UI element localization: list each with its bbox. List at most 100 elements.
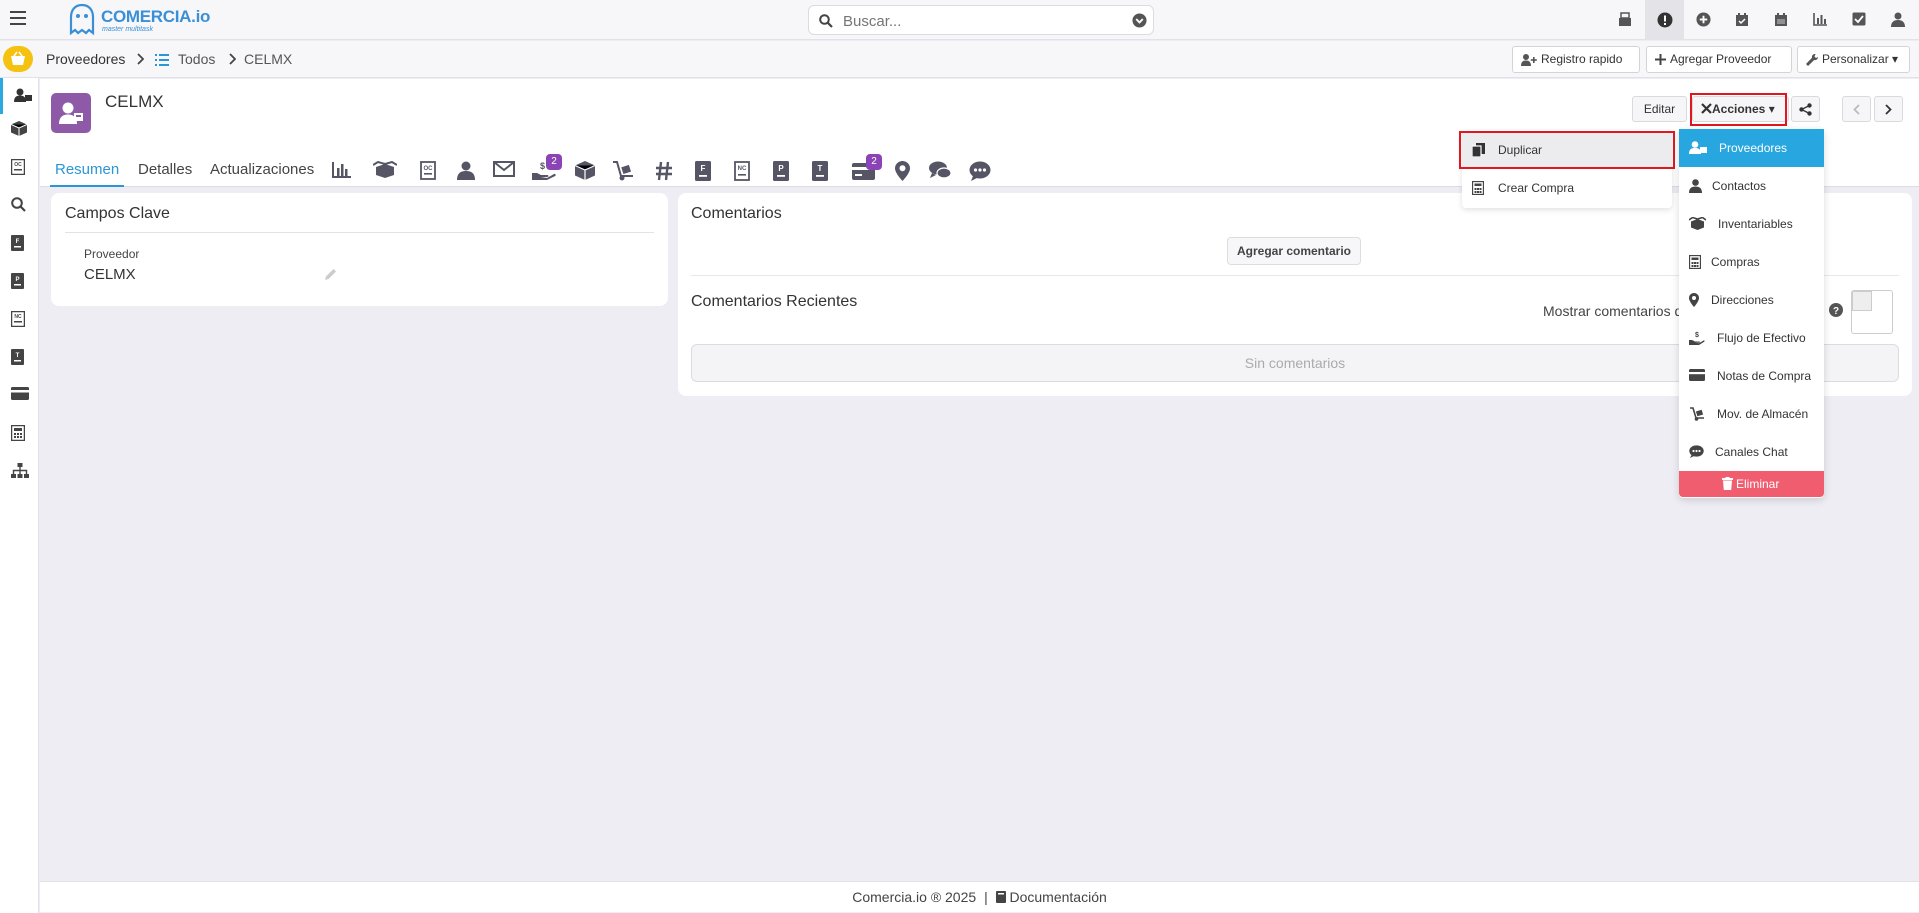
map-pin-icon: [1689, 293, 1699, 307]
help-icon[interactable]: ?: [1829, 303, 1843, 317]
dolly-icon: [1690, 407, 1704, 421]
chat-bubbles-icon[interactable]: [929, 161, 951, 180]
chat-dots-icon: [1689, 445, 1704, 458]
chevron-left-icon: [1853, 104, 1860, 115]
p-doc-icon[interactable]: P: [773, 161, 789, 181]
delete-menu-item[interactable]: Eliminar: [1679, 471, 1824, 497]
tab-cashflow[interactable]: $ 2: [532, 154, 562, 181]
breadcrumb-list[interactable]: Todos: [178, 51, 215, 67]
sitemap-icon: [11, 463, 29, 478]
tab-purchase-notes[interactable]: 2: [852, 154, 882, 181]
sidebar-item-t-docs[interactable]: T: [0, 339, 39, 375]
sidebar-item-org-chart[interactable]: [0, 453, 39, 489]
open-box-icon[interactable]: [373, 161, 397, 178]
menu-item-label: Flujo de Efectivo: [1717, 331, 1806, 345]
sidebar-item-p-docs[interactable]: P: [0, 263, 39, 299]
avatar: [51, 93, 91, 133]
create-purchase-menu-item[interactable]: Crear Compra: [1462, 171, 1672, 205]
edit-button[interactable]: Editar: [1632, 96, 1687, 122]
tab-summary[interactable]: Resumen: [50, 153, 125, 187]
chevron-right-icon: [229, 53, 236, 65]
envelope-icon[interactable]: [493, 161, 515, 177]
box-icon: [11, 121, 27, 136]
menu-item-label: Direcciones: [1711, 293, 1774, 307]
customize-button[interactable]: Personalizar ▾: [1797, 46, 1910, 73]
menu-item-purchase-notes[interactable]: Notas de Compra: [1679, 357, 1824, 395]
add-circle-icon[interactable]: [1684, 0, 1723, 40]
menu-item-cashflow[interactable]: $ Flujo de Efectivo: [1679, 319, 1824, 357]
svg-text:OC: OC: [424, 166, 434, 172]
tab-updates[interactable]: Actualizaciones: [205, 153, 319, 187]
box-icon[interactable]: [575, 161, 595, 180]
show-comments-toggle[interactable]: [1851, 290, 1893, 334]
quick-register-button[interactable]: Registro rapido: [1512, 46, 1640, 73]
menu-item-addresses[interactable]: Direcciones: [1679, 281, 1824, 319]
next-button[interactable]: [1874, 96, 1903, 122]
svg-text:T: T: [818, 164, 823, 173]
sidebar-item-payments[interactable]: [0, 377, 39, 413]
documentation-link[interactable]: Documentación: [1009, 889, 1106, 905]
breadcrumb-section[interactable]: Proveedores: [46, 51, 125, 67]
brand-logo[interactable]: COMERCIA.io master multitask: [68, 3, 218, 37]
field-value: CELMX: [84, 266, 136, 283]
duplicate-highlight: [1459, 131, 1675, 169]
divider: [65, 232, 654, 233]
add-supplier-button[interactable]: Agregar Proveedor: [1646, 46, 1792, 73]
menu-item-chat-channels[interactable]: Canales Chat: [1679, 433, 1824, 471]
contact-icon[interactable]: [457, 161, 475, 180]
add-comment-button[interactable]: Agregar comentario: [1227, 237, 1361, 265]
breadcrumb-current: CELMX: [244, 51, 293, 67]
menu-item-label: Compras: [1711, 255, 1760, 269]
menu-item-purchases[interactable]: Compras: [1679, 243, 1824, 281]
sidebar-item-purchase-orders[interactable]: OC: [0, 149, 39, 185]
oc-icon: OC: [11, 159, 25, 175]
home-button[interactable]: [3, 46, 33, 72]
menu-item-label: Contactos: [1712, 179, 1767, 193]
map-pin-icon[interactable]: [895, 161, 910, 181]
checkbox-icon[interactable]: [1840, 0, 1879, 40]
add-supplier-label: Agregar Proveedor: [1670, 52, 1772, 66]
alert-icon[interactable]: [1645, 0, 1684, 40]
tab-details[interactable]: Detalles: [133, 153, 197, 187]
user-icon[interactable]: [1879, 0, 1918, 40]
footer: Comercia.io ® 2025 | Documentación: [40, 881, 1919, 912]
basket-icon: [11, 51, 25, 65]
share-button[interactable]: [1791, 96, 1820, 122]
search-input[interactable]: [843, 11, 1113, 31]
sidebar-item-calculator[interactable]: [0, 415, 39, 451]
search-icon: [11, 197, 26, 212]
f-doc-icon[interactable]: F: [695, 161, 711, 181]
sidebar-item-suppliers[interactable]: [0, 78, 39, 114]
dolly-icon[interactable]: [612, 161, 634, 181]
calendar-icon[interactable]: [1762, 0, 1801, 40]
chart-icon[interactable]: [1801, 0, 1840, 40]
supplier-icon: [1689, 141, 1707, 154]
calendar-check-icon[interactable]: [1723, 0, 1762, 40]
menu-item-suppliers[interactable]: Proveedores: [1679, 129, 1824, 167]
previous-button[interactable]: [1842, 96, 1871, 122]
card-icon: [1689, 369, 1705, 381]
menu-item-warehouse[interactable]: Mov. de Almacén: [1679, 395, 1824, 433]
sidebar-item-inventory[interactable]: [0, 111, 39, 147]
comments-title: Comentarios: [691, 205, 782, 222]
menu-item-inventory[interactable]: Inventariables: [1679, 205, 1824, 243]
menu-item-contacts[interactable]: Contactos: [1679, 167, 1824, 205]
menu-icon[interactable]: [10, 11, 26, 25]
sidebar-item-search[interactable]: [0, 187, 39, 223]
menu-item-label: Canales Chat: [1715, 445, 1788, 459]
nc-doc-icon[interactable]: NC: [734, 161, 750, 181]
p-doc-icon: P: [11, 273, 24, 289]
purchase-notes-badge: 2: [866, 154, 882, 170]
hashtag-icon[interactable]: [655, 161, 673, 181]
chat-dots-icon[interactable]: [969, 161, 991, 181]
sidebar-item-invoices[interactable]: F: [0, 225, 39, 261]
chevron-down-icon[interactable]: [1132, 13, 1147, 28]
t-doc-icon[interactable]: T: [812, 161, 828, 181]
register-icon[interactable]: [1606, 0, 1645, 40]
oc-icon[interactable]: OC: [420, 161, 436, 180]
delete-label: Eliminar: [1736, 477, 1780, 491]
pencil-icon[interactable]: [324, 268, 337, 281]
sidebar-item-credit-notes[interactable]: NC: [0, 301, 39, 337]
wrench-icon: [1806, 53, 1818, 66]
chart-icon[interactable]: [332, 161, 352, 178]
